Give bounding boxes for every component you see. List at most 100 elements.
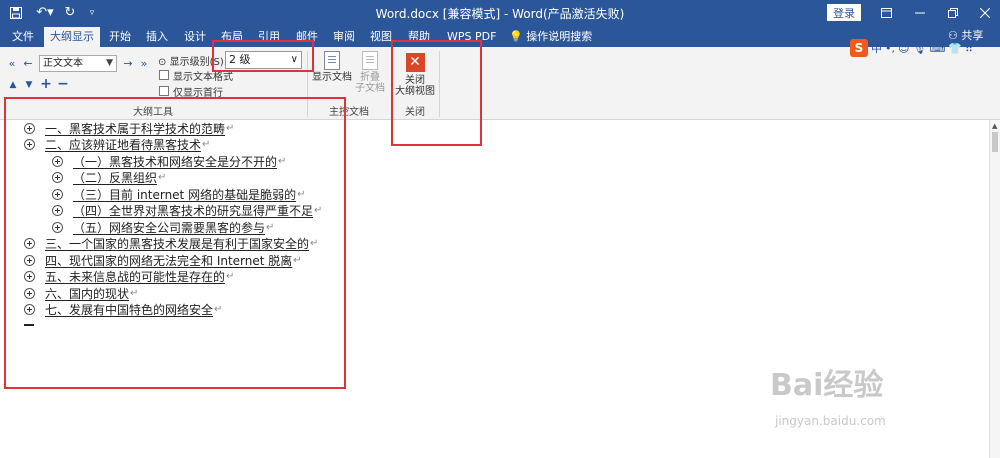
tell-me-search[interactable]: 💡 操作说明搜索 [503, 27, 598, 47]
outline-item-level-2[interactable]: （四）全世界对黑客技术的研究显得严重不足 ↵ [52, 203, 322, 219]
show-level-icon: ⊙ [158, 57, 167, 68]
text-cursor [24, 324, 34, 326]
outline-level-select[interactable]: 正文文本 ▼ [39, 55, 117, 72]
ime-mode-toggle[interactable]: 中 [871, 40, 882, 56]
login-button[interactable]: 登录 [827, 4, 861, 21]
outline-item-level-2[interactable]: （三）目前 internet 网络的基础是脆弱的 ↵ [52, 186, 305, 202]
lightbulb-icon: 💡 [509, 30, 523, 43]
promote-icon[interactable]: ← [21, 56, 35, 70]
close-icon[interactable] [975, 3, 995, 22]
show-text-format-checkbox[interactable]: 显示文本格式 [159, 68, 239, 83]
collapse-subdocuments-button[interactable]: 折叠 子文档 [355, 51, 385, 94]
expand-plus-icon[interactable] [24, 238, 35, 249]
paragraph-mark: ↵ [214, 304, 223, 315]
expand-plus-icon[interactable] [52, 172, 63, 183]
expand-plus-icon[interactable] [52, 188, 63, 200]
paragraph-mark: ↵ [226, 122, 235, 134]
outline-item-text[interactable]: （五）网络安全公司需要黑客的参与 [73, 219, 265, 236]
tab-home[interactable]: 开始 [103, 27, 137, 47]
expand-plus-icon[interactable] [24, 122, 35, 134]
expand-plus-icon[interactable] [24, 139, 35, 150]
outline-item-text[interactable]: （三）目前 internet 网络的基础是脆弱的 [73, 186, 296, 203]
move-up-icon[interactable]: ▲ [7, 79, 19, 91]
outline-item-text[interactable]: 四、现代国家的网络无法完全和 Internet 脱离 [45, 252, 292, 269]
show-document-label: 显示文档 [312, 72, 352, 83]
ime-punctuation-toggle[interactable]: •, [885, 42, 895, 55]
outline-item-level-1[interactable]: 一、黑客技术属于科学技术的范畴 ↵ [24, 120, 234, 136]
outline-item-text[interactable]: 七、发展有中国特色的网络安全 [45, 301, 213, 318]
show-level-select[interactable]: 2 级 ∨ [225, 51, 302, 69]
expand-plus-icon[interactable] [52, 155, 63, 167]
tab-wps-pdf[interactable]: WPS PDF [441, 27, 502, 47]
outline-item-level-1[interactable]: 六、国内的现状 ↵ [24, 285, 138, 301]
checkbox-box [159, 70, 169, 80]
expand-plus-icon[interactable] [24, 254, 35, 266]
demote-to-body-icon[interactable]: » [137, 56, 151, 70]
qat-customize-icon[interactable]: ▿ [82, 3, 102, 22]
checkbox-box [159, 86, 169, 96]
sogou-logo-icon[interactable]: S [850, 39, 868, 57]
tab-references[interactable]: 引用 [252, 27, 286, 47]
tab-file[interactable]: 文件 [6, 27, 40, 47]
collapse-icon[interactable]: − [57, 76, 69, 92]
scroll-up-icon[interactable]: ▲ [992, 122, 997, 130]
outline-item-text[interactable]: （一）黑客技术和网络安全是分不开的 [73, 153, 277, 170]
save-icon[interactable] [6, 3, 26, 22]
expand-plus-icon[interactable] [24, 304, 35, 315]
outline-item-text[interactable]: 五、未来信息战的可能性是存在的 [45, 268, 225, 285]
baidu-jingyan-watermark-url: jingyan.baidu.com [775, 414, 886, 428]
tab-layout[interactable]: 布局 [215, 27, 249, 47]
tab-outline[interactable]: 大纲显示 [44, 27, 100, 47]
vertical-scrollbar[interactable]: ▲ [989, 120, 1000, 458]
restore-icon[interactable] [943, 3, 963, 22]
outline-item-text[interactable]: 二、应该辨证地看待黑客技术 [45, 136, 201, 153]
undo-icon[interactable]: ↶▾ [34, 3, 56, 22]
move-down-icon[interactable]: ▼ [23, 79, 35, 91]
expand-plus-icon[interactable] [52, 221, 63, 233]
tab-design[interactable]: 设计 [178, 27, 212, 47]
skin-icon[interactable]: 👕 [948, 42, 962, 55]
outline-item-text[interactable]: （四）全世界对黑客技术的研究显得严重不足 [73, 202, 313, 219]
close-outline-label-1: 关闭 [405, 75, 425, 86]
tab-view[interactable]: 视图 [364, 27, 398, 47]
show-document-button[interactable]: 显示文档 [312, 51, 352, 83]
demote-icon[interactable]: → [121, 56, 135, 70]
outline-item-level-2[interactable]: （一）黑客技术和网络安全是分不开的 ↵ [52, 153, 286, 169]
tab-mailings[interactable]: 邮件 [290, 27, 324, 47]
tab-insert[interactable]: 插入 [140, 27, 174, 47]
paragraph-mark: ↵ [202, 139, 211, 150]
outline-item-level-2[interactable]: （五）网络安全公司需要黑客的参与 ↵ [52, 219, 274, 235]
promote-to-heading1-icon[interactable]: « [5, 56, 19, 70]
grid-menu-icon[interactable]: ⠿ [965, 42, 973, 55]
microphone-icon[interactable]: 🎙 [912, 42, 926, 55]
show-first-line-checkbox[interactable]: 仅显示首行 [159, 84, 239, 99]
tab-help[interactable]: 帮助 [402, 27, 436, 47]
outline-item-level-1[interactable]: 四、现代国家的网络无法完全和 Internet 脱离 ↵ [24, 252, 302, 268]
expand-icon[interactable]: + [40, 76, 52, 92]
emoji-icon[interactable]: ☺ [898, 42, 909, 55]
close-outline-view-button[interactable]: ✕ 关闭 大纲视图 [394, 53, 436, 97]
paragraph-mark: ↵ [278, 155, 287, 167]
chevron-down-icon: ▼ [106, 58, 113, 68]
outline-item-text[interactable]: 一、黑客技术属于科学技术的范畴 [45, 120, 225, 137]
outline-item-text[interactable]: 六、国内的现状 [45, 285, 129, 302]
outline-item-text[interactable]: （二）反黑组织 [73, 169, 157, 186]
scroll-thumb[interactable] [992, 132, 998, 152]
close-group-label: 关闭 [405, 107, 425, 118]
outline-item-level-1[interactable]: 三、一个国家的黑客技术发展是有利于国家安全的 ↵ [24, 236, 318, 252]
paragraph-mark: ↵ [314, 205, 323, 216]
redo-icon[interactable]: ↻ [60, 3, 80, 22]
ribbon-display-options-icon[interactable] [876, 3, 896, 22]
tab-review[interactable]: 审阅 [327, 27, 361, 47]
expand-plus-icon[interactable] [52, 205, 63, 216]
outline-item-level-1[interactable]: 七、发展有中国特色的网络安全 ↵ [24, 302, 222, 318]
outline-item-level-1[interactable]: 五、未来信息战的可能性是存在的 ↵ [24, 269, 234, 285]
outline-item-level-2[interactable]: （二）反黑组织 ↵ [52, 170, 166, 186]
minimize-icon[interactable] [910, 3, 930, 22]
keyboard-icon[interactable]: ⌨ [929, 42, 945, 55]
paragraph-mark: ↵ [297, 188, 306, 200]
outline-item-level-1[interactable]: 二、应该辨证地看待黑客技术 ↵ [24, 137, 210, 153]
expand-plus-icon[interactable] [24, 287, 35, 299]
expand-plus-icon[interactable] [24, 271, 35, 282]
outline-item-text[interactable]: 三、一个国家的黑客技术发展是有利于国家安全的 [45, 235, 309, 252]
